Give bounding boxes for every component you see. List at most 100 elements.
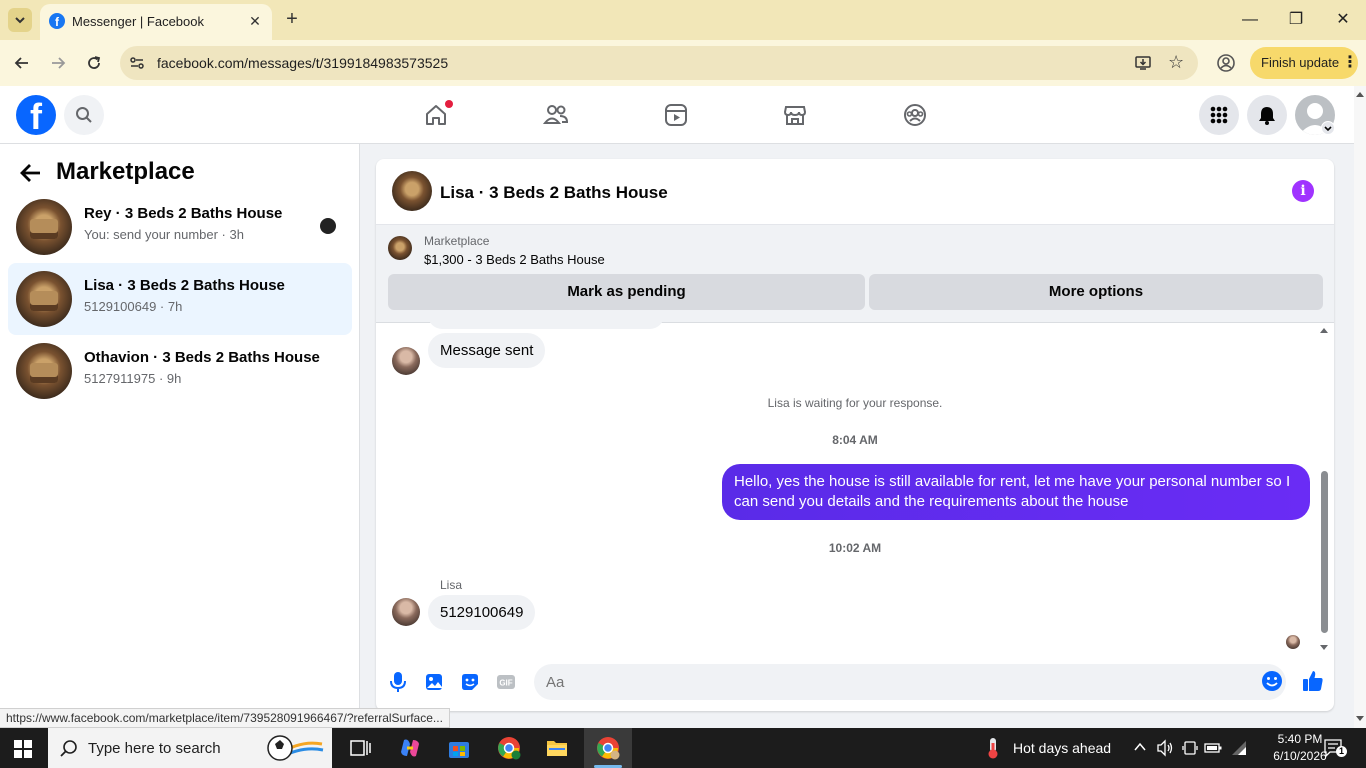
message-scrollbar-thumb[interactable] (1321, 471, 1328, 633)
wifi-icon[interactable] (1230, 739, 1248, 757)
restore-icon[interactable]: ❐ (1286, 10, 1306, 30)
tab-close-icon[interactable]: ✕ (246, 12, 264, 30)
address-bar[interactable]: facebook.com/messages/t/3199184983573525… (120, 46, 1198, 80)
file-explorer-icon[interactable] (545, 736, 569, 760)
thumbs-up-icon[interactable] (1301, 669, 1325, 693)
forward-icon[interactable] (46, 51, 70, 75)
tab-search-button[interactable] (8, 8, 32, 32)
incoming-message[interactable]: Message sent (428, 333, 546, 368)
menu-grid-button[interactable] (1199, 95, 1239, 135)
message-input[interactable] (534, 664, 1286, 700)
mark-as-pending-button[interactable]: Mark as pending (388, 274, 865, 310)
sidebar-title: Marketplace (56, 158, 195, 185)
conversation-subtitle: You: send your number · 3h (84, 227, 244, 242)
listing-bar: Marketplace $1,300 - 3 Beds 2 Baths Hous… (376, 225, 1334, 323)
listing-thumbnail (16, 343, 72, 399)
tab-title: Messenger | Facebook (72, 14, 204, 29)
photo-icon[interactable] (423, 671, 445, 693)
clock-time[interactable]: 5:40 PM (1270, 732, 1330, 746)
new-tab-button[interactable]: + (282, 9, 302, 30)
taskbar-search-box[interactable]: Type here to search (48, 728, 332, 768)
microphone-icon[interactable] (387, 671, 409, 693)
link-status-url: https://www.facebook.com/marketplace/ite… (0, 708, 450, 728)
facebook-favicon-icon: f (49, 13, 65, 29)
bell-icon (1259, 107, 1275, 125)
finish-update-button[interactable]: Finish update ⋮ (1250, 47, 1358, 79)
volume-icon[interactable] (1156, 739, 1174, 757)
chrome-profile-icon[interactable] (497, 736, 521, 760)
sticker-icon[interactable] (459, 671, 481, 693)
url-text: facebook.com/messages/t/3199184983573525 (157, 55, 449, 71)
taskbar-search-placeholder: Type here to search (88, 740, 221, 757)
listing-thumbnail (16, 199, 72, 255)
timestamp: 8:04 AM (832, 433, 878, 447)
back-icon[interactable] (10, 51, 34, 75)
browser-tab-strip: f Messenger | Facebook ✕ + — ❐ ✕ (0, 0, 1366, 40)
chat-header: Lisa · 3 Beds 2 Baths House i (376, 159, 1334, 225)
facebook-logo-icon[interactable]: f (16, 95, 56, 135)
chat-listing-avatar[interactable] (392, 171, 432, 211)
outgoing-message[interactable]: Hello, yes the house is still available … (722, 464, 1310, 520)
listing-price-title[interactable]: $1,300 - 3 Beds 2 Baths House (424, 252, 605, 267)
conversation-item[interactable]: Rey · 3 Beds 2 Baths House You: send you… (8, 191, 352, 263)
marketplace-icon[interactable] (780, 100, 810, 130)
chevron-up-icon[interactable] (1132, 739, 1148, 755)
friends-icon[interactable] (541, 100, 571, 130)
notification-center-icon[interactable]: 1 (1324, 738, 1347, 758)
video-icon[interactable] (661, 100, 691, 130)
emoji-icon[interactable] (1261, 670, 1283, 692)
previous-message-bubble (428, 315, 664, 329)
browser-tab[interactable]: f Messenger | Facebook ✕ (40, 4, 272, 40)
window-close-icon[interactable]: ✕ (1333, 10, 1353, 30)
search-icon (60, 739, 78, 757)
notification-count-badge: 1 (1336, 746, 1347, 757)
account-chevron-icon[interactable] (1321, 121, 1335, 135)
contact-avatar (392, 598, 420, 626)
facebook-header: f (0, 86, 1354, 144)
facebook-search-button[interactable] (64, 95, 104, 135)
sender-name: Lisa (440, 578, 463, 592)
browser-toolbar: facebook.com/messages/t/3199184983573525… (0, 40, 1366, 86)
chrome-active-taskbar-item[interactable] (584, 728, 632, 768)
groups-icon[interactable] (900, 100, 930, 130)
chrome-icon (597, 737, 620, 760)
copilot-icon[interactable] (398, 736, 422, 760)
listing-label: Marketplace (424, 234, 490, 248)
waiting-notice: Lisa is waiting for your response. (767, 396, 943, 410)
windows-taskbar: Type here to search Hot days ahead 5:40 … (0, 728, 1366, 768)
incoming-message[interactable]: 5129100649 (428, 595, 536, 630)
weather-text[interactable]: Hot days ahead (1013, 740, 1111, 756)
minimize-icon[interactable]: — (1240, 10, 1260, 30)
gif-icon[interactable]: GIF (495, 671, 517, 693)
timestamp: 10:02 AM (828, 541, 882, 555)
notifications-button[interactable] (1247, 95, 1287, 135)
conversation-item-active[interactable]: Lisa · 3 Beds 2 Baths House 5129100649 ·… (8, 263, 352, 335)
back-arrow-icon[interactable] (18, 160, 44, 186)
task-view-icon[interactable] (348, 736, 372, 760)
message-list[interactable]: Message sent Lisa is waiting for your re… (376, 315, 1334, 657)
clock-date[interactable]: 6/10/2026 (1270, 749, 1330, 763)
battery-icon[interactable] (1204, 740, 1222, 756)
search-highlight-icon (266, 734, 324, 762)
conversation-item[interactable]: Othavion · 3 Beds 2 Baths House 51279119… (8, 335, 352, 407)
listing-thumbnail[interactable] (388, 236, 412, 260)
message-composer: GIF (376, 657, 1334, 711)
listing-thumbnail (16, 271, 72, 327)
microsoft-store-icon[interactable] (447, 736, 471, 760)
svg-text:GIF: GIF (499, 679, 512, 688)
more-options-button[interactable]: More options (869, 274, 1323, 310)
finish-update-label: Finish update (1261, 55, 1340, 70)
info-icon[interactable]: i (1292, 180, 1314, 202)
install-app-icon[interactable] (1134, 54, 1152, 72)
device-icon[interactable] (1181, 739, 1199, 757)
site-info-icon[interactable] (128, 54, 146, 72)
weather-thermometer-icon[interactable] (983, 737, 1003, 759)
page-scrollbar[interactable] (1354, 86, 1366, 728)
conversation-subtitle: 5127911975 · 9h (84, 371, 182, 386)
windows-start-icon[interactable] (14, 740, 32, 758)
reload-icon[interactable] (82, 51, 106, 75)
chat-title[interactable]: Lisa · 3 Beds 2 Baths House (440, 183, 668, 203)
bookmark-star-icon[interactable]: ☆ (1168, 53, 1186, 71)
profile-icon[interactable] (1216, 53, 1236, 73)
home-notification-dot (445, 100, 453, 108)
